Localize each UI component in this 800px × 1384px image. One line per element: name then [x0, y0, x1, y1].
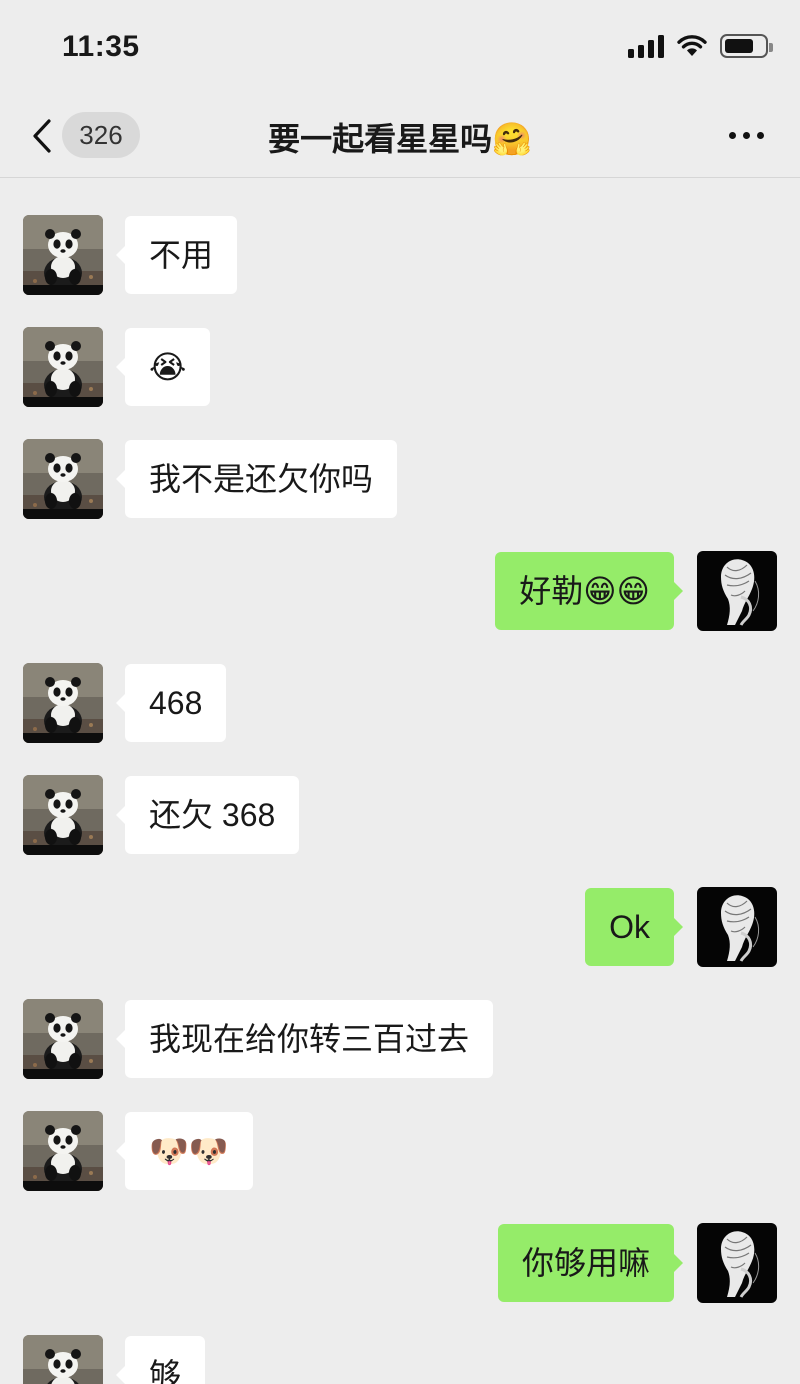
message-row: 我不是还欠你吗: [0, 439, 800, 519]
message-row: Ok: [0, 887, 800, 967]
panda-avatar[interactable]: [23, 439, 103, 519]
chat-title: 要一起看星星吗🤗: [268, 121, 532, 157]
sketch-portrait-avatar[interactable]: [697, 1223, 777, 1303]
chat-header: 326 要一起看星星吗🤗: [0, 96, 800, 178]
message-bubble[interactable]: Ok: [585, 888, 683, 966]
message-bubble[interactable]: 还欠 368: [115, 776, 300, 854]
sketch-portrait-avatar[interactable]: [697, 551, 777, 631]
message-bubble[interactable]: 好勒😁😁: [495, 552, 683, 630]
message-row: 不用: [0, 215, 800, 295]
message-row: 我现在给你转三百过去: [0, 999, 800, 1079]
sketch-portrait-avatar[interactable]: [697, 887, 777, 967]
message-row: 还欠 368: [0, 775, 800, 855]
message-row: 🐶🐶: [0, 1111, 800, 1191]
message-bubble[interactable]: 🐶🐶: [116, 1112, 253, 1190]
message-bubble[interactable]: 😭: [115, 328, 211, 406]
status-time: 11:35: [62, 30, 140, 63]
status-bar: 11:35: [0, 0, 800, 96]
message-row: 😭: [0, 327, 800, 407]
message-row: 够: [0, 1335, 800, 1384]
message-bubble[interactable]: 我现在给你转三百过去: [115, 1000, 494, 1078]
battery-icon: [720, 34, 773, 58]
message-bubble[interactable]: 我不是还欠你吗: [115, 440, 398, 518]
panda-avatar[interactable]: [23, 999, 103, 1079]
message-row: 468: [0, 663, 800, 743]
more-dots-icon[interactable]: [729, 132, 764, 139]
message-bubble[interactable]: 不用: [115, 216, 238, 294]
panda-avatar[interactable]: [23, 775, 103, 855]
message-row: 好勒😁😁: [0, 551, 800, 631]
message-bubble[interactable]: 够: [115, 1336, 206, 1384]
message-list[interactable]: 不用 😭 我不是还欠你吗 好勒😁😁 468 还欠 368 Ok 我现在给你转三百…: [0, 178, 800, 1384]
panda-avatar[interactable]: [23, 1111, 103, 1191]
message-row: 你够用嘛: [0, 1223, 800, 1303]
panda-avatar[interactable]: [23, 215, 103, 295]
message-bubble[interactable]: 468: [115, 664, 227, 742]
status-icons: [628, 34, 773, 58]
panda-avatar[interactable]: [23, 663, 103, 743]
panda-avatar[interactable]: [23, 1335, 103, 1384]
wifi-icon: [677, 35, 707, 56]
signal-icon: [628, 34, 664, 58]
panda-avatar[interactable]: [23, 327, 103, 407]
message-bubble[interactable]: 你够用嘛: [497, 1224, 684, 1302]
